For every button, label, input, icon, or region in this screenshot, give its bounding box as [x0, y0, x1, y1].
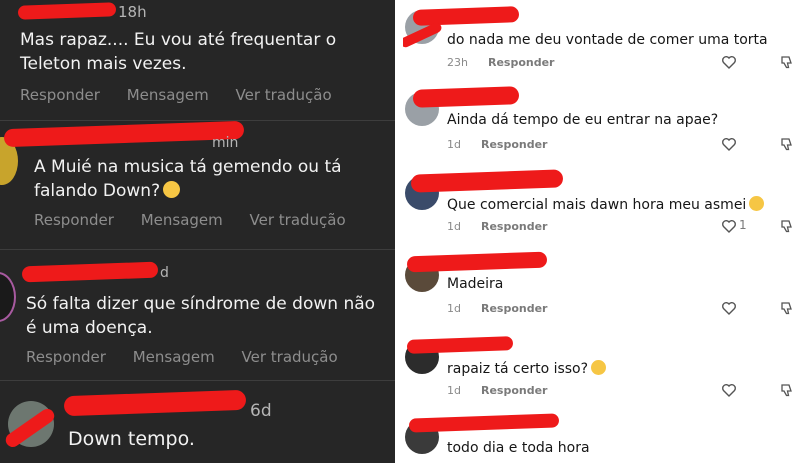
- comment-text-line: Down tempo.: [68, 428, 195, 450]
- thinking-face-icon: [163, 181, 181, 198]
- comment-time: 1d: [447, 384, 461, 397]
- comment-time: 18h: [118, 3, 147, 21]
- dislike-icon[interactable]: [779, 136, 795, 152]
- redacted-username: [17, 2, 117, 20]
- reply-button[interactable]: Responder: [488, 56, 555, 69]
- reply-button[interactable]: Responder: [20, 86, 100, 104]
- dislike-icon[interactable]: [779, 218, 795, 234]
- comment-text: A Muié na musica tá gemendo ou tá faland…: [34, 155, 342, 203]
- comment-row: Ainda dá tempo de eu entrar na apae? 1d R…: [403, 82, 800, 164]
- comment-text-line: Mas rapaz.... Eu vou até frequentar o: [20, 30, 337, 50]
- message-button[interactable]: Mensagem: [133, 348, 215, 366]
- left-screenshot-panel: 18h Mas rapaz.... Eu vou até frequentar …: [0, 0, 395, 463]
- comment-row: todo dia e toda hora: [403, 410, 800, 463]
- comment-text: rapaiz tá certo isso?: [447, 360, 607, 377]
- comment-card: min A Muié na musica tá gemendo ou tá fa…: [0, 120, 395, 250]
- dislike-icon[interactable]: [779, 382, 795, 398]
- reply-button[interactable]: Responder: [481, 384, 548, 397]
- comment-text-line: Teleton mais vezes.: [20, 54, 187, 74]
- comment-row: rapaiz tá certo isso? 1d Responder: [403, 328, 800, 410]
- smiling-face-with-hearts-icon: [749, 196, 765, 211]
- redacted-username: [3, 120, 245, 148]
- comment-card: d Só falta dizer que síndrome de down nã…: [0, 250, 395, 381]
- comment-meta: 1d Responder: [447, 138, 547, 151]
- reply-button[interactable]: Responder: [481, 302, 548, 315]
- comment-time: 23h: [447, 56, 468, 69]
- translate-button[interactable]: Ver tradução: [242, 348, 338, 366]
- heart-icon[interactable]: [721, 218, 737, 234]
- comment-meta: 1d Responder: [447, 302, 547, 315]
- comment-meta: 1d Responder: [447, 384, 547, 397]
- comment-text: do nada me deu vontade de comer uma tort…: [447, 32, 768, 48]
- redacted-username: [406, 251, 548, 273]
- dislike-icon[interactable]: [779, 54, 795, 70]
- like-count: 1: [739, 218, 747, 232]
- message-button[interactable]: Mensagem: [127, 86, 209, 104]
- comment-time: 6d: [250, 401, 272, 421]
- comment-row: do nada me deu vontade de comer uma tort…: [403, 0, 800, 82]
- reply-button[interactable]: Responder: [26, 348, 106, 366]
- comment-card: 6d Down tempo.: [0, 381, 395, 463]
- heart-icon[interactable]: [721, 300, 737, 316]
- flushed-face-icon: [591, 360, 607, 375]
- dislike-icon[interactable]: [779, 300, 795, 316]
- comment-text-line: Só falta dizer que síndrome de down não: [26, 294, 376, 314]
- heart-icon[interactable]: [721, 382, 737, 398]
- comment-text: Mas rapaz.... Eu vou até frequentar o Te…: [20, 28, 336, 76]
- redacted-username: [412, 86, 520, 108]
- comment-row: Que comercial mais dawn hora meu asmei 1…: [403, 164, 800, 246]
- comment-text: Down tempo.: [68, 427, 195, 451]
- avatar[interactable]: [0, 272, 16, 322]
- heart-icon[interactable]: [721, 54, 737, 70]
- translate-button[interactable]: Ver tradução: [250, 211, 346, 229]
- comment-text: todo dia e toda hora: [447, 440, 590, 456]
- comment-text-line: falando Down?: [34, 179, 342, 203]
- comment-text-segment: rapaiz tá certo isso?: [447, 361, 589, 377]
- translate-button[interactable]: Ver tradução: [236, 86, 332, 104]
- comment-time: 1d: [447, 220, 461, 233]
- comment-time: 1d: [447, 138, 461, 151]
- comment-time: d: [160, 265, 169, 281]
- heart-icon[interactable]: [721, 136, 737, 152]
- comment-text: Ainda dá tempo de eu entrar na apae?: [447, 112, 719, 128]
- right-screenshot-panel: do nada me deu vontade de comer uma tort…: [403, 0, 800, 463]
- redacted-username: [63, 389, 247, 417]
- reply-button[interactable]: Responder: [481, 220, 548, 233]
- redacted-username: [406, 336, 514, 354]
- comment-meta: 23h Responder: [447, 56, 554, 69]
- comment-actions: Responder Mensagem Ver tradução: [20, 86, 354, 104]
- comment-text-segment: falando Down?: [34, 181, 161, 201]
- reply-button[interactable]: Responder: [481, 138, 548, 151]
- reply-button[interactable]: Responder: [34, 211, 114, 229]
- redacted-username: [412, 6, 520, 26]
- comment-text: Madeira: [447, 276, 504, 292]
- comment-actions: Responder Mensagem Ver tradução: [34, 211, 368, 229]
- comment-row: Madeira 1d Responder: [403, 246, 800, 328]
- comment-text-line: é uma doença.: [26, 318, 153, 338]
- panel-divider: [395, 0, 403, 463]
- comment-time: 1d: [447, 302, 461, 315]
- comment-text-segment: Que comercial mais dawn hora meu asmei: [447, 197, 747, 213]
- redacted-username: [408, 413, 560, 433]
- comment-card: 18h Mas rapaz.... Eu vou até frequentar …: [0, 0, 395, 121]
- comment-text-line: A Muié na musica tá gemendo ou tá: [34, 157, 342, 177]
- comment-actions: Responder Mensagem Ver tradução: [26, 348, 360, 366]
- comment-meta: 1d Responder: [447, 220, 547, 233]
- message-button[interactable]: Mensagem: [141, 211, 223, 229]
- comment-time: min: [212, 135, 239, 151]
- redacted-username: [410, 169, 564, 193]
- comment-text: Só falta dizer que síndrome de down não …: [26, 292, 375, 340]
- comment-text: Que comercial mais dawn hora meu asmei: [447, 196, 765, 213]
- redacted-username: [21, 261, 159, 283]
